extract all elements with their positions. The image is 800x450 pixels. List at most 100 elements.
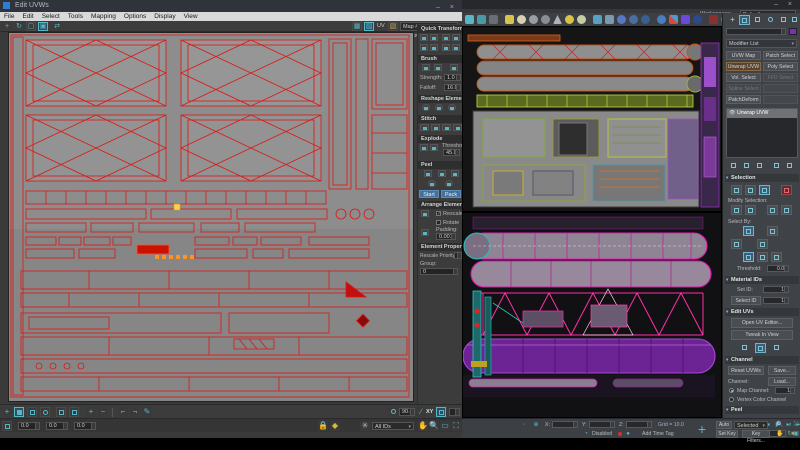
modifier-button-uvw-map[interactable]: UVW Map [726, 51, 761, 60]
peel-mode-icon[interactable] [438, 170, 446, 177]
percent-snap-icon[interactable] [489, 15, 498, 24]
select-by-material-icon[interactable] [757, 239, 768, 249]
rollout-stitch[interactable]: Stitch [418, 115, 463, 123]
curve-editor-icon[interactable] [593, 15, 602, 24]
align-horizontal-icon[interactable] [420, 34, 428, 41]
object-name-field[interactable] [726, 28, 786, 35]
uv-gizmo-icon[interactable] [739, 343, 750, 353]
group-field[interactable]: 0 [420, 268, 458, 275]
uvw-space-icon[interactable] [2, 421, 12, 431]
map-channel-field[interactable]: 1 [775, 387, 795, 394]
snap-toggle-icon[interactable] [465, 15, 474, 24]
motion-tab-icon[interactable] [765, 15, 776, 25]
show-map-icon[interactable]: ▨ [364, 22, 374, 31]
rotate-snap-icon[interactable] [388, 407, 398, 417]
zoom-icon[interactable]: 🔍 [429, 421, 439, 431]
pan-icon[interactable]: ✋ [418, 421, 428, 431]
pan-view-icon[interactable]: ✋ [776, 430, 784, 438]
space-horizontal-icon[interactable] [420, 44, 428, 51]
selection-set-dropdown[interactable]: Selected [734, 421, 768, 429]
align-right-icon[interactable] [452, 34, 460, 41]
create-tab-icon[interactable]: + [727, 15, 738, 25]
display-tab-icon[interactable] [778, 15, 789, 25]
filter-faces-icon[interactable]: ✳ [360, 421, 370, 431]
stitch-to-source-icon[interactable] [453, 124, 462, 131]
edge-subobject-icon[interactable] [745, 185, 756, 195]
v-coordinate-field[interactable]: 0.0 [46, 422, 68, 430]
material-ids-rollout-header[interactable]: Material IDs [725, 276, 799, 284]
rescale-priority-field[interactable] [454, 252, 462, 259]
align-vertical-icon[interactable] [430, 34, 438, 41]
tweak-in-view-button[interactable]: Tweak In View [731, 330, 793, 340]
selection-rollout-header[interactable]: Selection [725, 174, 799, 182]
select-by-smoothing-icon[interactable] [731, 239, 742, 249]
z-coord-field[interactable] [626, 421, 652, 428]
render-production-icon[interactable] [657, 15, 666, 24]
uvws-title-bar[interactable]: Edit UVWs – × [0, 0, 462, 12]
channel-rollout-header[interactable]: Channel [725, 356, 799, 364]
paint-move-brush-icon[interactable] [422, 64, 430, 71]
modifier-button-ffd-select[interactable]: FFD Select [763, 73, 798, 82]
set-key-button[interactable]: Set Key [716, 430, 738, 438]
relax-brush-icon[interactable] [434, 64, 442, 71]
reset-uvws-button[interactable]: Reset UVWs [728, 366, 764, 375]
rotate-90-icon[interactable] [452, 44, 460, 51]
max-window-controls[interactable]: – × [774, 1, 796, 8]
mute-icon[interactable]: ● [624, 430, 632, 438]
u-coordinate-field[interactable]: 0.0 [18, 422, 40, 430]
utilities-tab-icon[interactable] [789, 15, 800, 25]
falloff-field[interactable]: 16.0 [444, 84, 461, 91]
stitch-to-target-icon[interactable] [431, 124, 440, 131]
create-selection-set-icon[interactable] [517, 15, 526, 24]
polygon-subobject-icon[interactable] [759, 185, 770, 195]
rotate-checkbox[interactable] [436, 220, 441, 225]
state-sets-icon[interactable] [709, 15, 718, 24]
peel-start-button[interactable]: Start [419, 190, 439, 198]
modifier-stack-item[interactable]: 👁 Unwrap UVW [727, 109, 797, 118]
padding-field[interactable]: 0.001 [436, 233, 456, 240]
zoom-tool-icon[interactable]: 🔍 [776, 421, 784, 429]
xy-axis-label[interactable]: XY [426, 409, 433, 415]
selection-cursor-icon[interactable]: + [2, 407, 12, 417]
open-in-viewport-icon[interactable] [681, 15, 690, 24]
viewport-top[interactable] [462, 26, 722, 212]
peel-pack-button[interactable]: Pack [441, 190, 461, 198]
break-icon[interactable] [420, 144, 428, 151]
stitch-to-average-icon[interactable] [442, 124, 451, 131]
rollout-element-properties[interactable]: Element Properties [418, 243, 463, 251]
zx-plane-icon[interactable] [771, 252, 782, 262]
modifier-button-spline-select[interactable]: Spline Select [726, 84, 761, 93]
planar-angle-icon[interactable] [69, 407, 79, 417]
space-vertical-icon[interactable] [430, 44, 438, 51]
menu-select[interactable]: Select [38, 13, 64, 20]
ribbon-toggle-icon[interactable] [577, 15, 586, 24]
isolate-selection-icon[interactable]: ◦ [520, 421, 528, 429]
add-time-tag[interactable]: Add Time Tag [642, 431, 674, 437]
peel-options-icon[interactable] [445, 180, 453, 187]
grid-size-field[interactable] [449, 408, 460, 416]
quick-peel-icon[interactable] [424, 170, 432, 177]
modify-tab-icon[interactable] [739, 15, 750, 25]
uv-canvas[interactable] [8, 32, 414, 402]
strength-field[interactable]: 1.0 [444, 74, 461, 81]
rollout-brush[interactable]: Brush [418, 55, 463, 63]
select-loop-icon[interactable]: ⌐ [118, 407, 128, 417]
time-tag-icon[interactable]: ◔ [582, 430, 590, 438]
toggle-scene-explorer-icon[interactable] [553, 15, 562, 24]
layer-manager-icon[interactable] [565, 15, 574, 24]
modifier-button-unwrap-uvw[interactable]: Unwrap UVW [726, 62, 761, 71]
menu-file[interactable]: File [0, 13, 18, 20]
brush-options-icon[interactable] [450, 64, 458, 71]
modifier-stack-list[interactable]: 👁 Unwrap UVW [726, 108, 798, 158]
move-tool-icon[interactable]: + [2, 22, 12, 31]
make-unique-icon[interactable] [754, 161, 765, 171]
x-coord-field[interactable] [552, 421, 578, 428]
select-ring-icon[interactable]: ¬ [130, 407, 140, 417]
scale-tool-icon[interactable]: ▢ [26, 22, 36, 31]
polygon-mode-icon[interactable] [40, 407, 50, 417]
grow-uv-icon[interactable] [731, 205, 742, 215]
uv-preview-icon[interactable] [771, 343, 782, 353]
edit-uvs-rollout-header[interactable]: Edit UVs [725, 308, 799, 316]
xy-plane-icon[interactable] [743, 252, 754, 262]
map-channel-radio[interactable] [729, 388, 734, 393]
